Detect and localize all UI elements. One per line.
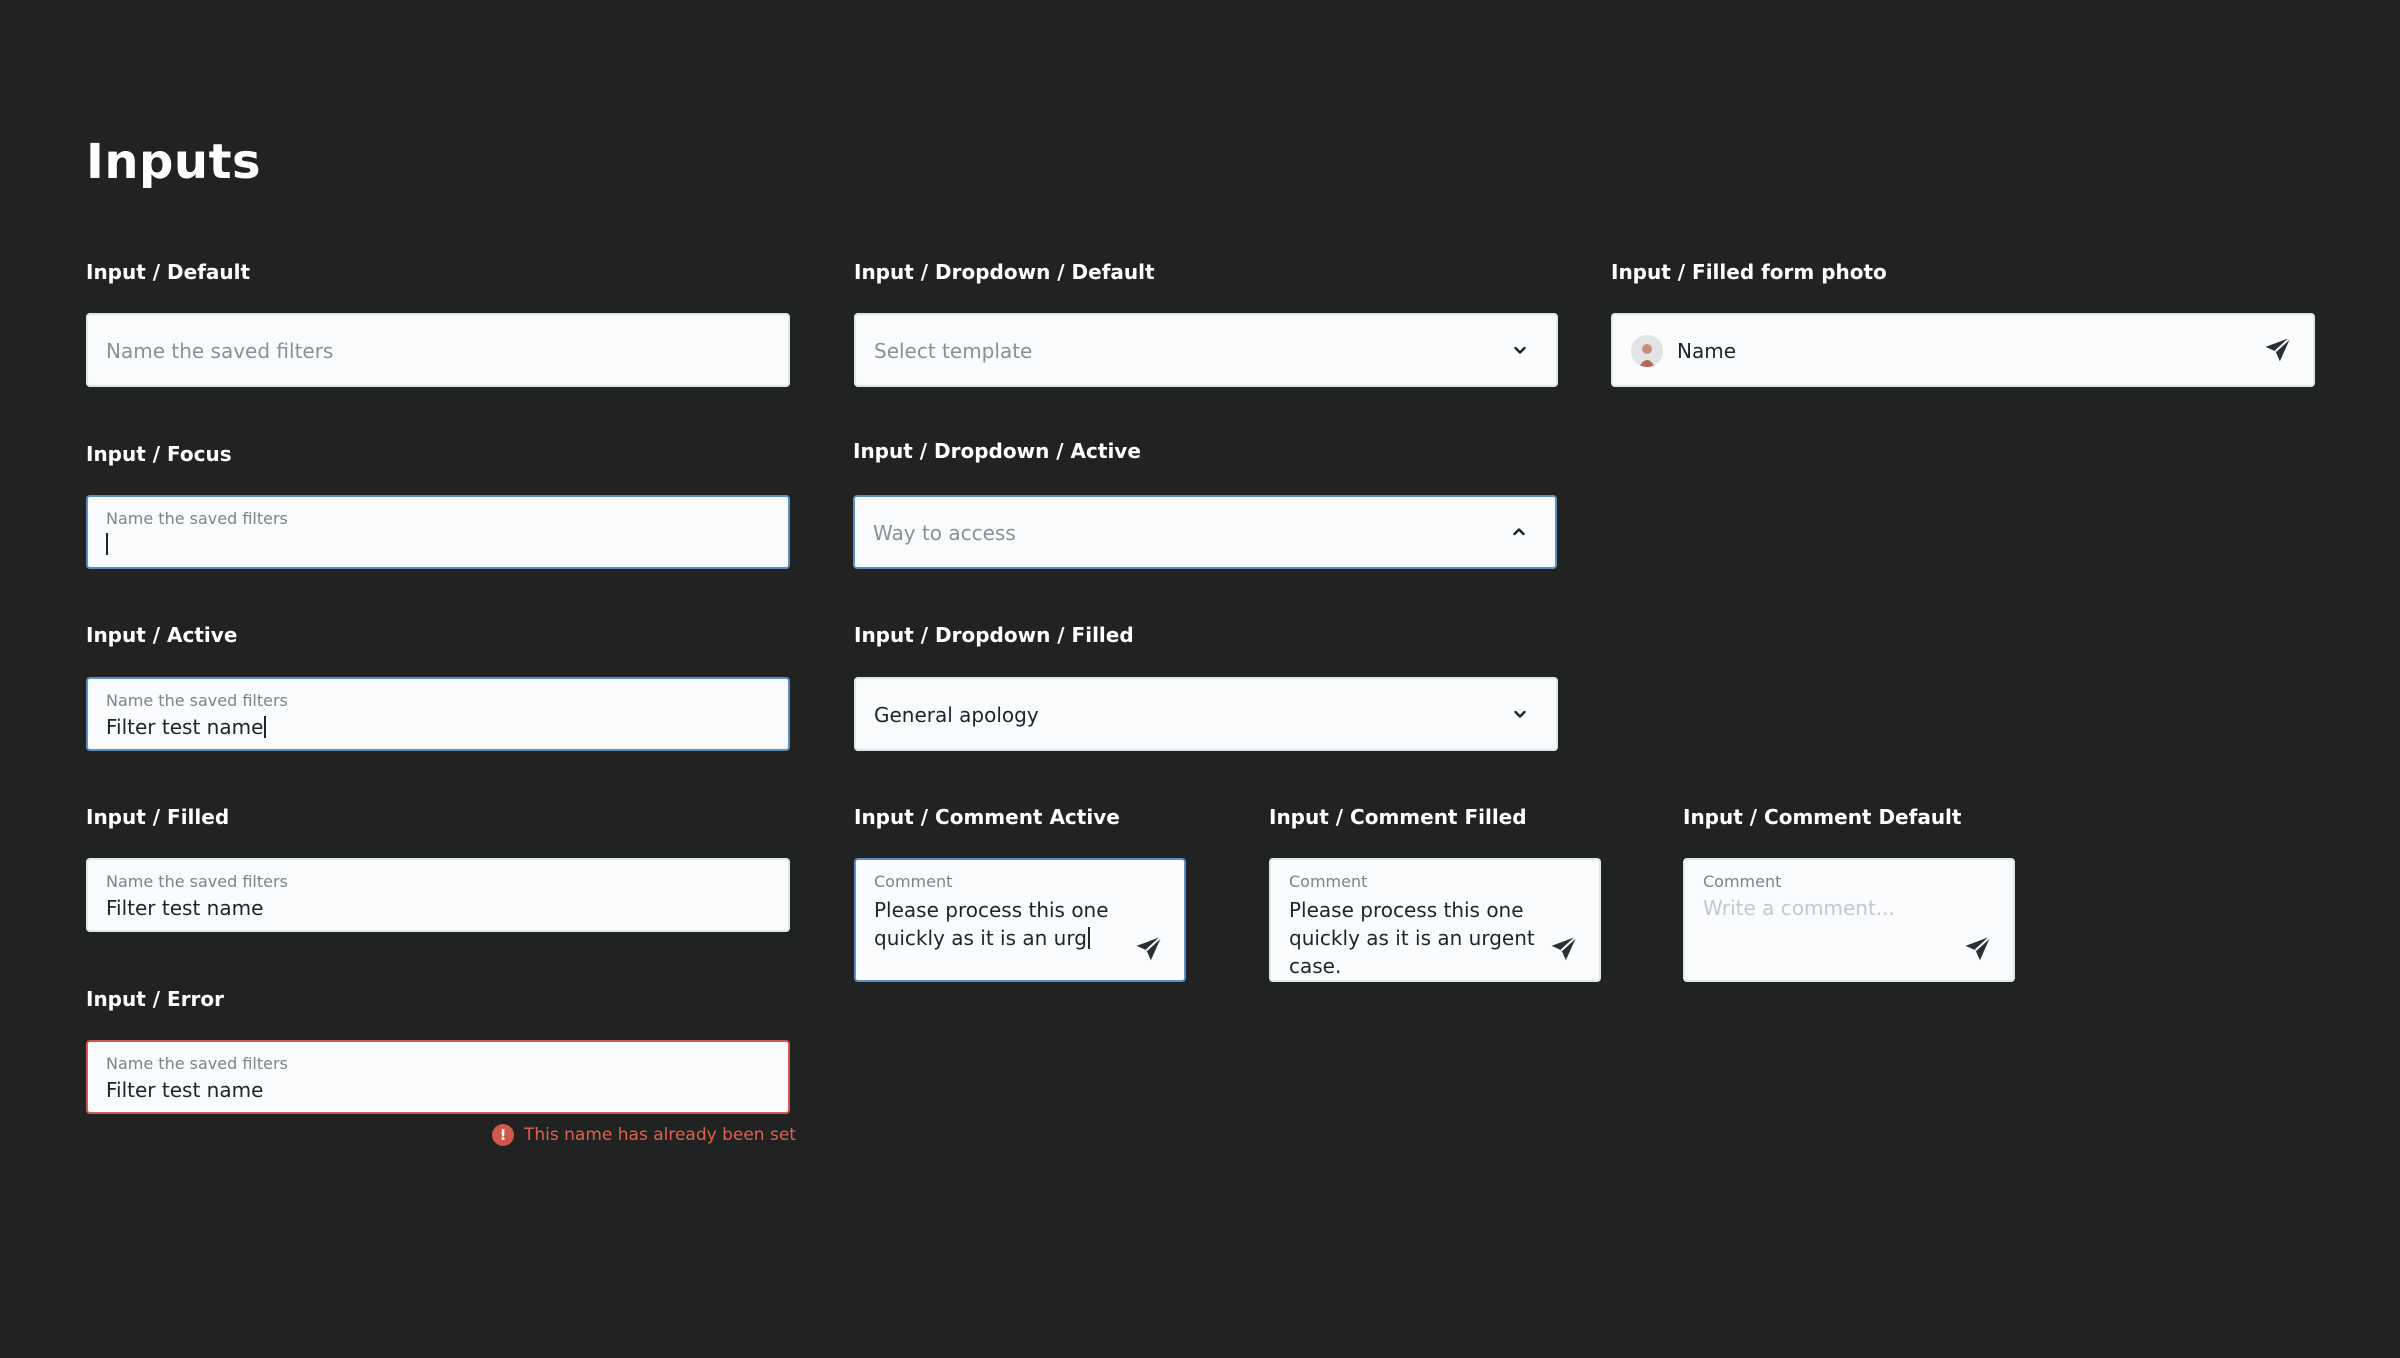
- page-title: Inputs: [86, 134, 262, 190]
- dropdown-default[interactable]: Select template: [854, 313, 1558, 387]
- comment-filled-value: Please process this one quickly as it is…: [1289, 898, 1535, 978]
- dropdown-default-placeholder: Select template: [874, 339, 1033, 363]
- filled-form-photo-field[interactable]: Name: [1611, 313, 2315, 387]
- error-message: ! This name has already been set: [492, 1124, 796, 1146]
- input-focus-field[interactable]: Name the saved filters: [86, 495, 790, 569]
- comment-active-value-wrap: Please process this one quickly as it is…: [874, 896, 1174, 952]
- alert-circle-icon: !: [492, 1124, 514, 1146]
- input-error-value: Filter test name: [106, 1078, 264, 1102]
- input-active-value: Filter test name: [106, 715, 264, 739]
- avatar-photo: [1631, 335, 1663, 367]
- comment-default-float-label: Comment: [1703, 872, 1782, 891]
- error-message-text: This name has already been set: [524, 1125, 796, 1145]
- input-error-label: Input / Error: [86, 987, 225, 1011]
- send-icon[interactable]: [1963, 934, 1993, 964]
- input-error-float-label: Name the saved filters: [106, 1054, 288, 1073]
- input-filled-value: Filter test name: [106, 896, 264, 920]
- comment-filled-label: Input / Comment Filled: [1269, 805, 1527, 829]
- comment-active-field[interactable]: Comment Please process this one quickly …: [854, 858, 1186, 982]
- page: Inputs Input / Default Name the saved fi…: [0, 0, 2400, 1358]
- chevron-up-icon: [1513, 528, 1525, 536]
- comment-active-value: Please process this one quickly as it is…: [874, 898, 1109, 950]
- input-focus-label: Input / Focus: [86, 442, 232, 466]
- comment-filled-field[interactable]: Comment Please process this one quickly …: [1269, 858, 1601, 982]
- chevron-down-icon: [1514, 710, 1526, 718]
- input-default-field[interactable]: Name the saved filters: [86, 313, 790, 387]
- dropdown-default-label: Input / Dropdown / Default: [854, 260, 1155, 284]
- send-icon[interactable]: [1549, 934, 1579, 964]
- send-icon[interactable]: [2263, 335, 2293, 365]
- input-default-placeholder: Name the saved filters: [106, 339, 334, 363]
- comment-default-placeholder: Write a comment...: [1703, 896, 1895, 920]
- avatar: [1631, 335, 1663, 367]
- text-caret: [1087, 927, 1090, 949]
- input-filled-label: Input / Filled: [86, 805, 230, 829]
- dropdown-active-placeholder: Way to access: [873, 521, 1016, 545]
- input-default-label: Input / Default: [86, 260, 251, 284]
- input-filled-field[interactable]: Name the saved filters Filter test name: [86, 858, 790, 932]
- text-caret: [264, 716, 267, 738]
- comment-default-field[interactable]: Comment Write a comment...: [1683, 858, 2015, 982]
- input-active-value-wrap: Filter test name: [106, 715, 267, 739]
- input-error-field[interactable]: Name the saved filters Filter test name: [86, 1040, 790, 1114]
- dropdown-active-label: Input / Dropdown / Active: [853, 439, 1141, 463]
- send-icon[interactable]: [1134, 934, 1164, 964]
- comment-filled-float-label: Comment: [1289, 872, 1368, 891]
- comment-default-label: Input / Comment Default: [1683, 805, 1962, 829]
- chevron-down-icon: [1514, 346, 1526, 354]
- filled-form-photo-label: Input / Filled form photo: [1611, 260, 1887, 284]
- text-caret: [106, 533, 108, 555]
- input-focus-float-label: Name the saved filters: [106, 509, 288, 528]
- input-filled-float-label: Name the saved filters: [106, 872, 288, 891]
- dropdown-filled-value: General apology: [874, 703, 1039, 727]
- filled-form-photo-name: Name: [1677, 339, 1737, 363]
- input-active-label: Input / Active: [86, 623, 238, 647]
- comment-active-float-label: Comment: [874, 872, 953, 891]
- input-active-float-label: Name the saved filters: [106, 691, 288, 710]
- comment-active-label: Input / Comment Active: [854, 805, 1120, 829]
- input-active-field[interactable]: Name the saved filters Filter test name: [86, 677, 790, 751]
- dropdown-filled-label: Input / Dropdown / Filled: [854, 623, 1134, 647]
- dropdown-filled[interactable]: General apology: [854, 677, 1558, 751]
- dropdown-active[interactable]: Way to access: [853, 495, 1557, 569]
